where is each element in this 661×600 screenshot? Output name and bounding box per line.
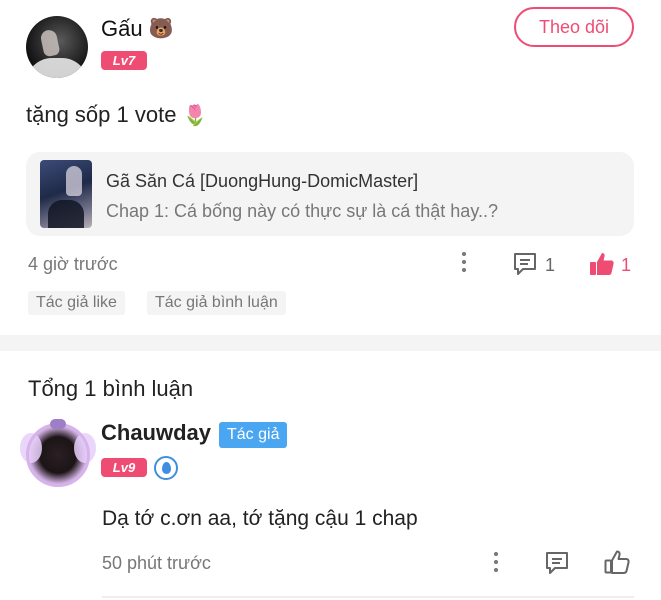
- tulip-emoji-icon: 🌷: [182, 105, 208, 127]
- level-badge: Lv9: [101, 458, 147, 477]
- reply-icon[interactable]: [543, 549, 571, 577]
- post-content: tặng sốp 1 vote 🌷: [26, 102, 207, 128]
- post-content-text: tặng sốp 1 vote: [26, 102, 177, 127]
- section-divider: [0, 335, 661, 351]
- comment-icon[interactable]: [511, 250, 539, 278]
- author-badge: Tác giả: [219, 422, 288, 448]
- post-timestamp: 4 giờ trước: [28, 254, 118, 274]
- comment-divider: [102, 596, 634, 598]
- comment-count: 1: [545, 255, 556, 275]
- manga-title: Gã Săn Cá [DuongHung-DomicMaster]: [106, 171, 419, 191]
- comments-total-label: Tổng 1 bình luận: [28, 376, 194, 401]
- post-author-name[interactable]: Gấu 🐻: [101, 16, 174, 42]
- comment-text: Dạ tớ c.ơn aa, tớ tặng cậu 1 chap: [102, 507, 418, 530]
- manga-cover-image: [40, 160, 92, 228]
- manga-chapter: Chap 1: Cá bống này có thực sự là cá thậ…: [106, 201, 498, 221]
- comment-author-avatar[interactable]: [20, 419, 96, 487]
- more-options-icon[interactable]: [461, 252, 467, 272]
- like-count: 1: [621, 255, 632, 275]
- thumbs-up-filled-icon[interactable]: [588, 250, 616, 278]
- level-badge: Lv7: [101, 51, 147, 70]
- manga-link-card[interactable]: Gã Săn Cá [DuongHung-DomicMaster] Chap 1…: [26, 152, 634, 236]
- thumbs-up-outline-icon[interactable]: [603, 548, 631, 576]
- water-drop-badge-icon: [154, 456, 178, 480]
- bear-emoji-icon: 🐻: [148, 18, 174, 40]
- post-author-avatar[interactable]: [26, 16, 88, 78]
- more-options-icon[interactable]: [493, 552, 499, 572]
- post-card: Gấu 🐻 Lv7 Theo dõi tặng sốp 1 vote 🌷 Gã Să…: [0, 0, 661, 335]
- post-author-name-text: Gấu: [101, 16, 143, 41]
- comment-timestamp: 50 phút trước: [102, 553, 211, 573]
- author-comment-tag: Tác giả bình luận: [147, 291, 286, 315]
- follow-button[interactable]: Theo dõi: [514, 7, 634, 47]
- author-like-tag: Tác giả like: [28, 291, 125, 315]
- comment-author-name[interactable]: Chauwday: [101, 420, 211, 446]
